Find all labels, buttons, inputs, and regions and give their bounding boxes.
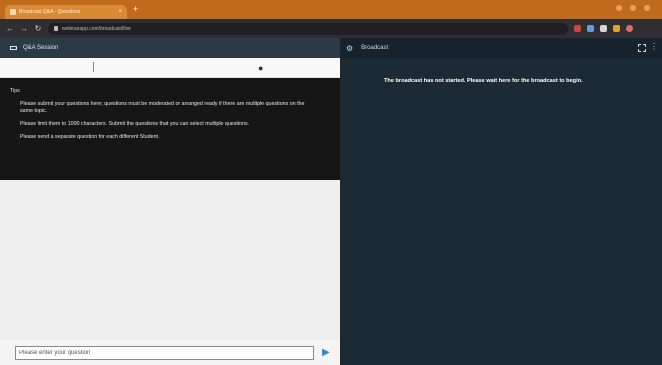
extension-icon[interactable] bbox=[600, 25, 607, 32]
send-icon[interactable]: ▶ bbox=[322, 347, 332, 358]
instructions-box: Tips Please submit your questions here; … bbox=[0, 78, 340, 180]
lock-icon bbox=[54, 26, 58, 31]
video-icon bbox=[10, 46, 17, 50]
qa-panel-title: Q&A Session bbox=[23, 45, 59, 51]
favicon-icon bbox=[10, 9, 16, 15]
extension-icon[interactable] bbox=[613, 25, 620, 32]
address-bar[interactable]: webinarapp.com/broadcast/live bbox=[48, 22, 568, 35]
reload-icon[interactable]: ↻ bbox=[34, 24, 42, 33]
browser-tab-strip: Broadcast Q&A · Questions × + bbox=[0, 0, 662, 19]
chat-bubbles-icon[interactable]: ● bbox=[258, 63, 263, 73]
broadcast-title: Broadcast bbox=[361, 45, 389, 51]
browser-tab[interactable]: Broadcast Q&A · Questions × bbox=[5, 5, 127, 19]
minimize-button[interactable] bbox=[616, 5, 622, 11]
tab-title: Broadcast Q&A · Questions bbox=[19, 9, 81, 15]
new-tab-button[interactable]: + bbox=[131, 5, 140, 14]
more-options-icon[interactable]: ⋮ bbox=[650, 42, 658, 51]
close-window-button[interactable] bbox=[644, 5, 650, 11]
address-text: webinarapp.com/broadcast/live bbox=[62, 25, 131, 32]
qa-panel: Q&A Session ● Tips Please submit your qu… bbox=[0, 38, 340, 365]
gear-icon[interactable]: ⚙ bbox=[346, 44, 353, 53]
instructions-label: Tips bbox=[10, 88, 20, 94]
question-input-row: ▶ bbox=[0, 340, 340, 365]
back-arrow-icon[interactable]: ← bbox=[6, 24, 14, 33]
broadcast-panel: ⚙ Broadcast ⋮ The broadcast has not star… bbox=[340, 38, 662, 365]
questions-list-area bbox=[0, 180, 340, 340]
extension-icon[interactable] bbox=[574, 25, 581, 32]
text-cursor bbox=[93, 62, 94, 72]
profile-avatar[interactable] bbox=[626, 25, 633, 32]
browser-toolbar: ← → ↻ webinarapp.com/broadcast/live bbox=[0, 19, 662, 38]
maximize-button[interactable] bbox=[630, 5, 636, 11]
broadcast-header: ⚙ Broadcast ⋮ bbox=[340, 38, 662, 58]
question-input[interactable] bbox=[15, 345, 315, 360]
fullscreen-icon[interactable] bbox=[638, 44, 646, 52]
instruction-line: Please send a separate question for each… bbox=[20, 134, 160, 140]
qa-panel-header: Q&A Session bbox=[0, 38, 340, 58]
qa-subbar: ● bbox=[0, 58, 340, 78]
forward-arrow-icon[interactable]: → bbox=[20, 24, 28, 33]
instruction-line: Please limit them to 1000 characters. Su… bbox=[20, 121, 250, 127]
close-tab-icon[interactable]: × bbox=[118, 9, 122, 15]
broadcast-status-message: The broadcast has not started. Please wa… bbox=[384, 78, 583, 84]
instruction-line: Please submit your questions here; quest… bbox=[20, 101, 305, 114]
extension-icon[interactable] bbox=[587, 25, 594, 32]
